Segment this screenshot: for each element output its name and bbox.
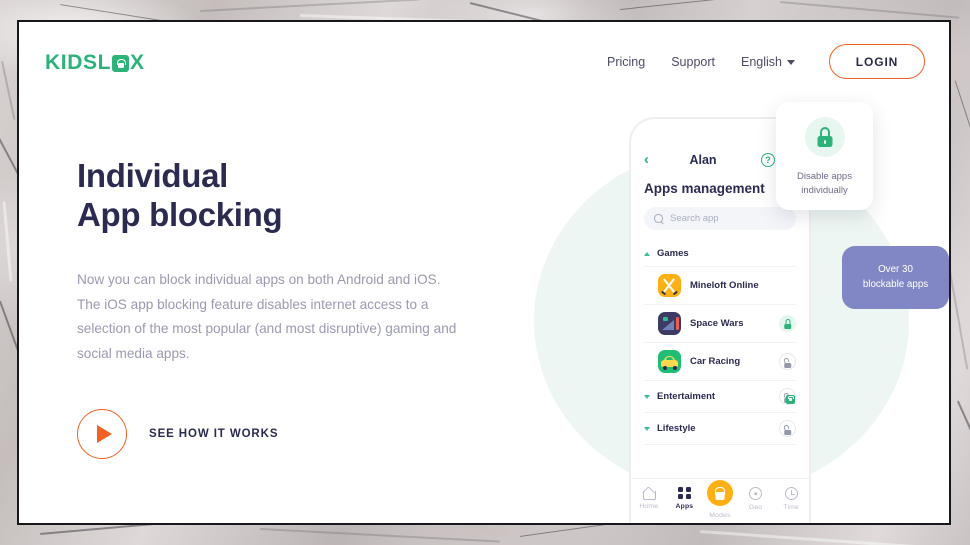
- pin-icon: [749, 487, 763, 500]
- hero-text-column: Individual App blocking Now you can bloc…: [77, 157, 477, 459]
- apps-list: Games Mineloft Online Space Wars Car Rac…: [631, 241, 809, 445]
- bottom-nav-label: Geo: [748, 504, 763, 511]
- marble-vein: [954, 80, 970, 215]
- see-how-it-works-cta[interactable]: SEE HOW IT WORKS: [77, 408, 477, 459]
- disable-apps-callout: Disable apps individually: [776, 102, 873, 210]
- callout-line2: individually: [801, 184, 848, 196]
- webpage-card: KIDSL X Pricing Support English LOGIN Ind…: [17, 20, 951, 525]
- spaceship-icon: [658, 312, 681, 335]
- bottom-nav-label: Time: [783, 504, 799, 511]
- phone-bottom-nav: Home Apps Modes Geo Time: [631, 478, 809, 523]
- lock-toggle-locked[interactable]: [779, 315, 796, 332]
- badge-text: Over 30 blockable apps: [863, 263, 928, 292]
- play-button[interactable]: [77, 408, 127, 459]
- marble-vein: [779, 1, 960, 19]
- crossed-swords-icon: [658, 274, 681, 297]
- marble-vein: [1, 60, 16, 120]
- search-placeholder: Search app: [670, 213, 719, 224]
- chevron-down-icon: [644, 394, 650, 399]
- category-label: Lifestyle: [657, 423, 696, 434]
- chevron-up-icon: [644, 251, 650, 256]
- grid-icon: [677, 487, 691, 499]
- app-row-space-wars[interactable]: Space Wars: [644, 305, 796, 342]
- lock-toggle-unlocked[interactable]: [779, 353, 796, 370]
- hero-visual-column: ‹ Alan ? Apps management Search app Game…: [474, 22, 949, 523]
- badge-line2: blockable apps: [862, 278, 929, 290]
- app-row-car-racing[interactable]: Car Racing: [644, 343, 796, 380]
- hero-description: Now you can block individual apps on bot…: [77, 271, 457, 362]
- page-title-line1: Individual: [77, 157, 229, 194]
- play-icon: [96, 424, 112, 443]
- disable-apps-callout-text: Disable apps individually: [797, 170, 852, 198]
- clock-icon: [784, 487, 798, 500]
- app-name: Mineloft Online: [690, 280, 759, 291]
- bottom-nav-home[interactable]: Home: [631, 487, 667, 510]
- lock-toggle-unlocked[interactable]: [779, 420, 796, 437]
- desktop-background: KIDSL X Pricing Support English LOGIN Ind…: [0, 0, 970, 545]
- home-icon: [642, 487, 657, 500]
- logo-text-last: X: [130, 51, 145, 74]
- marble-vein: [699, 530, 930, 545]
- callout-line1: Disable apps: [797, 171, 852, 182]
- badge-line1: Over 30: [878, 263, 913, 275]
- marble-vein: [957, 400, 970, 484]
- search-input[interactable]: Search app: [644, 207, 796, 230]
- bottom-nav-geo[interactable]: Geo: [738, 487, 774, 511]
- chevron-down-icon: [644, 426, 650, 431]
- bottom-nav-apps[interactable]: Apps: [667, 487, 703, 510]
- app-name: Space Wars: [690, 318, 744, 329]
- lock-icon: [804, 117, 845, 157]
- category-row-games[interactable]: Games: [644, 241, 796, 266]
- blockable-apps-badge: Over 30 blockable apps: [842, 246, 949, 309]
- logo-text-first: KIDSL: [45, 51, 111, 74]
- divider: [644, 444, 796, 445]
- phone-screen-user: Alan: [689, 153, 717, 167]
- category-label: Entertaiment: [657, 391, 716, 402]
- lock-icon: [706, 480, 733, 506]
- marble-vein: [2, 201, 13, 282]
- question-circle-icon[interactable]: ?: [761, 153, 775, 167]
- marble-vein: [259, 528, 500, 543]
- category-row-lifestyle[interactable]: Lifestyle: [644, 413, 796, 444]
- bottom-nav-modes[interactable]: Modes: [702, 480, 738, 519]
- lock-icon: [112, 54, 129, 72]
- bottom-nav-time[interactable]: Time: [773, 487, 809, 511]
- page-title-line2: App blocking: [77, 195, 283, 233]
- app-row-mineloft-online[interactable]: Mineloft Online: [644, 267, 796, 304]
- kidslox-logo[interactable]: KIDSL X: [45, 51, 145, 75]
- see-how-it-works-label[interactable]: SEE HOW IT WORKS: [149, 428, 278, 440]
- lock-toggle-mixed[interactable]: [779, 388, 796, 405]
- search-icon: [654, 214, 663, 223]
- category-row-entertaiment[interactable]: Entertaiment: [644, 381, 796, 412]
- marble-vein: [199, 0, 420, 12]
- page-title: Individual App blocking: [77, 157, 477, 235]
- bottom-nav-label: Apps: [675, 503, 694, 510]
- category-label: Games: [657, 248, 689, 259]
- bottom-nav-label: Home: [639, 503, 659, 510]
- bottom-nav-label: Modes: [709, 512, 731, 519]
- car-icon: [658, 350, 681, 373]
- app-name: Car Racing: [690, 356, 741, 367]
